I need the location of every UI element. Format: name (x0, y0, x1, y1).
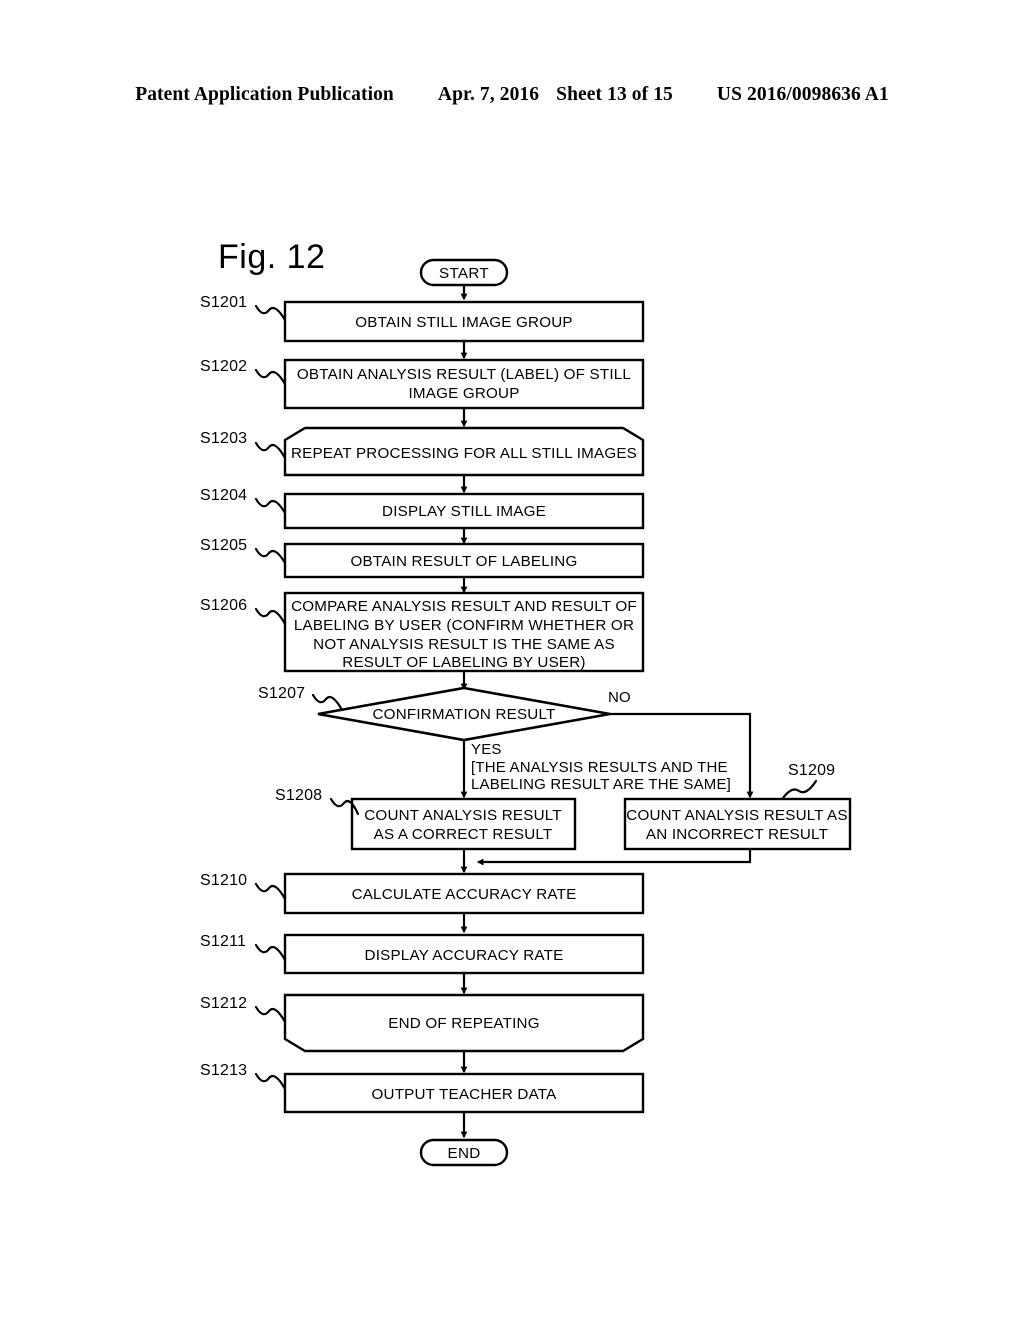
step-s1209: COUNT ANALYSIS RESULT AS AN INCORRECT RE… (623, 797, 852, 851)
step-ref-s1202: S1202 (200, 358, 287, 386)
s1204-leader (254, 497, 287, 515)
step-s1203: REPEAT PROCESSING FOR ALL STILL IMAGES (283, 426, 645, 477)
s1206-text-line-1: COMPARE ANALYSIS RESULT AND RESULT OF (291, 598, 637, 615)
s1212-text-line-1: END OF REPEATING (388, 1015, 539, 1032)
step-s1202: OBTAIN ANALYSIS RESULT (LABEL) OF STILL … (283, 358, 645, 410)
s1207-leader (311, 693, 344, 712)
s1201-text-line-1: OBTAIN STILL IMAGE GROUP (355, 314, 572, 331)
step-s1210: CALCULATE ACCURACY RATE (283, 872, 645, 915)
step-ref-s1211: S1211 (200, 933, 287, 962)
s1206-text-line-2: LABELING BY USER (CONFIRM WHETHER OR (294, 617, 634, 634)
s1209-ref-label: S1209 (788, 762, 835, 779)
s1210-leader (254, 882, 287, 901)
step-s1212: END OF REPEATING (283, 993, 645, 1053)
start-terminal: START (419, 258, 509, 287)
connector-s1209-merge (476, 849, 752, 866)
s1203-text-line-1: REPEAT PROCESSING FOR ALL STILL IMAGES (291, 445, 637, 462)
branch-no: NO (608, 689, 631, 706)
s1212-ref-label: S1212 (200, 995, 247, 1012)
step-s1207: CONFIRMATION RESULT (317, 686, 611, 742)
s1209-text-line-1: COUNT ANALYSIS RESULT AS (626, 807, 847, 824)
step-ref-s1212: S1212 (200, 995, 287, 1024)
step-s1208: COUNT ANALYSIS RESULT AS A CORRECT RESUL… (350, 797, 577, 851)
yes-note-line-2: LABELING RESULT ARE THE SAME] (471, 776, 731, 793)
s1205-ref-label: S1205 (200, 537, 247, 554)
step-ref-s1209: S1209 (781, 762, 835, 800)
step-ref-s1201: S1201 (200, 294, 287, 322)
yes-branch-label: YES (471, 741, 502, 758)
s1208-ref-label: S1208 (275, 787, 322, 804)
s1202-leader (254, 368, 287, 386)
flowchart-diagram: START OBTAIN STILL IMAGE GROUP S1201 OBT… (200, 258, 852, 1167)
s1205-leader (254, 547, 287, 565)
step-ref-s1213: S1213 (200, 1062, 287, 1091)
step-s1205: OBTAIN RESULT OF LABELING (283, 542, 645, 579)
s1206-text-line-4: RESULT OF LABELING BY USER) (342, 654, 585, 671)
step-s1213: OUTPUT TEACHER DATA (283, 1072, 645, 1114)
s1208-text-line-2: AS A CORRECT RESULT (374, 826, 553, 843)
no-branch-label: NO (608, 689, 631, 706)
s1209-text-line-2: AN INCORRECT RESULT (646, 826, 828, 843)
step-ref-s1207: S1207 (258, 685, 344, 712)
s1207-text-line-1: CONFIRMATION RESULT (373, 706, 556, 723)
s1212-leader (254, 1005, 287, 1024)
s1210-ref-label: S1210 (200, 872, 247, 889)
s1213-ref-label: S1213 (200, 1062, 247, 1079)
s1205-text-line-1: OBTAIN RESULT OF LABELING (351, 553, 578, 570)
step-ref-s1208: S1208 (275, 787, 360, 816)
s1202-text-line-1: OBTAIN ANALYSIS RESULT (LABEL) OF STILL (297, 366, 631, 383)
s1206-text-line-3: NOT ANALYSIS RESULT IS THE SAME AS (313, 636, 615, 653)
step-s1211: DISPLAY ACCURACY RATE (283, 933, 645, 975)
step-s1206: COMPARE ANALYSIS RESULT AND RESULT OF LA… (283, 591, 645, 673)
s1207-ref-label: S1207 (258, 685, 305, 702)
s1204-text-line-1: DISPLAY STILL IMAGE (382, 503, 546, 520)
patent-page: Patent Application Publication Apr. 7, 2… (0, 0, 1024, 1320)
s1211-leader (254, 943, 287, 962)
s1211-text-line-1: DISPLAY ACCURACY RATE (365, 947, 564, 964)
s1208-text-line-1: COUNT ANALYSIS RESULT (364, 807, 561, 824)
s1206-ref-label: S1206 (200, 597, 247, 614)
s1210-text-line-1: CALCULATE ACCURACY RATE (352, 886, 577, 903)
s1201-ref-label: S1201 (200, 294, 247, 311)
s1211-ref-label: S1211 (200, 933, 246, 950)
s1203-leader (254, 441, 287, 460)
step-ref-s1205: S1205 (200, 537, 287, 565)
step-ref-s1206: S1206 (200, 597, 287, 626)
step-ref-s1204: S1204 (200, 487, 287, 515)
branch-yes: YES [THE ANALYSIS RESULTS AND THE LABELI… (471, 741, 731, 793)
step-ref-s1210: S1210 (200, 872, 287, 901)
step-s1201: OBTAIN STILL IMAGE GROUP (283, 300, 645, 343)
s1202-ref-label: S1202 (200, 358, 247, 375)
s1201-leader (254, 304, 287, 322)
s1203-ref-label: S1203 (200, 430, 247, 447)
yes-note-line-1: [THE ANALYSIS RESULTS AND THE (471, 759, 728, 776)
start-label: START (439, 265, 489, 282)
s1213-leader (254, 1072, 287, 1091)
s1206-leader (254, 607, 287, 626)
step-ref-s1203: S1203 (200, 430, 287, 460)
step-s1204: DISPLAY STILL IMAGE (283, 492, 645, 530)
end-label: END (448, 1145, 481, 1162)
s1209-leader (781, 779, 818, 800)
s1213-text-line-1: OUTPUT TEACHER DATA (372, 1086, 558, 1103)
s1202-text-line-2: IMAGE GROUP (408, 385, 519, 402)
end-terminal: END (419, 1138, 509, 1167)
s1204-ref-label: S1204 (200, 487, 247, 504)
